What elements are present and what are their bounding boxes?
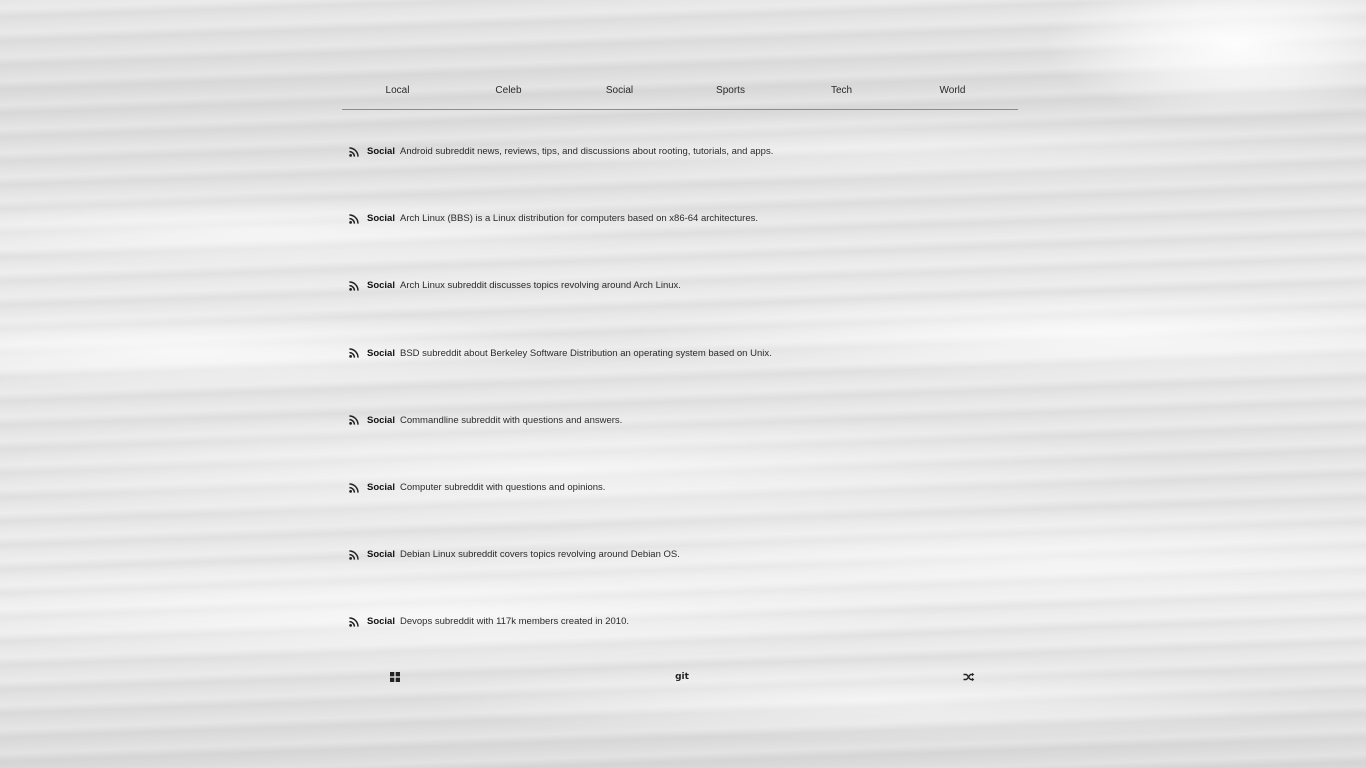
tab-celeb[interactable]: Celeb — [453, 80, 564, 109]
rss-icon — [349, 281, 359, 291]
rss-icon — [349, 482, 359, 493]
rss-icon — [349, 415, 359, 426]
feed-category: Social — [367, 616, 395, 628]
feed-item-computer[interactable]: Social Computer subreddit with questions… — [342, 454, 1018, 521]
feed-description: Arch Linux subreddit discusses topics re… — [400, 280, 681, 292]
feed-list: Social Android subreddit news, reviews, … — [342, 118, 1018, 656]
feed-category: Social — [367, 482, 395, 494]
shuffle-icon-glyph — [963, 672, 975, 682]
feed-item-arch-bbs[interactable]: Social Arch Linux (BBS) is a Linux distr… — [342, 185, 1018, 252]
category-nav: Local Celeb Social Sports Tech World — [342, 80, 1018, 110]
shuffle-icon[interactable] — [962, 670, 976, 684]
tab-world[interactable]: World — [897, 80, 1008, 109]
feed-item-devops[interactable]: Social Devops subreddit with 117k member… — [342, 588, 1018, 655]
feed-description: Arch Linux (BBS) is a Linux distribution… — [400, 213, 759, 225]
rss-icon — [349, 348, 359, 358]
tab-sports[interactable]: Sports — [675, 80, 786, 109]
feed-category: Social — [367, 280, 395, 292]
feed-category: Social — [367, 549, 395, 561]
feed-item-bsd[interactable]: Social BSD subreddit about Berkeley Soft… — [342, 320, 1018, 387]
grid-icon-glyph — [390, 672, 400, 682]
feed-category: Social — [367, 414, 395, 426]
feed-description: Commandline subreddit with questions and… — [400, 414, 623, 426]
feed-item-debian[interactable]: Social Debian Linux subreddit covers top… — [342, 521, 1018, 588]
feed-item-android[interactable]: Social Android subreddit news, reviews, … — [342, 118, 1018, 185]
feed-description: BSD subreddit about Berkeley Software Di… — [400, 347, 772, 359]
tab-local[interactable]: Local — [342, 80, 453, 109]
feed-description: Debian Linux subreddit covers topics rev… — [400, 549, 680, 561]
feed-description: Devops subreddit with 117k members creat… — [400, 616, 630, 628]
git-link[interactable]: git — [675, 670, 689, 684]
tab-social[interactable]: Social — [564, 80, 675, 109]
rss-icon — [349, 146, 359, 157]
feed-description: Android subreddit news, reviews, tips, a… — [400, 146, 774, 158]
tab-tech[interactable]: Tech — [786, 80, 897, 109]
feed-category: Social — [367, 146, 395, 158]
rss-icon — [349, 214, 359, 224]
rss-icon — [349, 549, 359, 560]
feed-category: Social — [367, 347, 395, 359]
grid-icon[interactable] — [388, 670, 402, 684]
rss-icon — [349, 617, 359, 627]
feed-category: Social — [367, 213, 395, 225]
feed-item-arch-subreddit[interactable]: Social Arch Linux subreddit discusses to… — [342, 252, 1018, 319]
feed-item-commandline[interactable]: Social Commandline subreddit with questi… — [342, 387, 1018, 454]
feed-description: Computer subreddit with questions and op… — [400, 482, 606, 494]
